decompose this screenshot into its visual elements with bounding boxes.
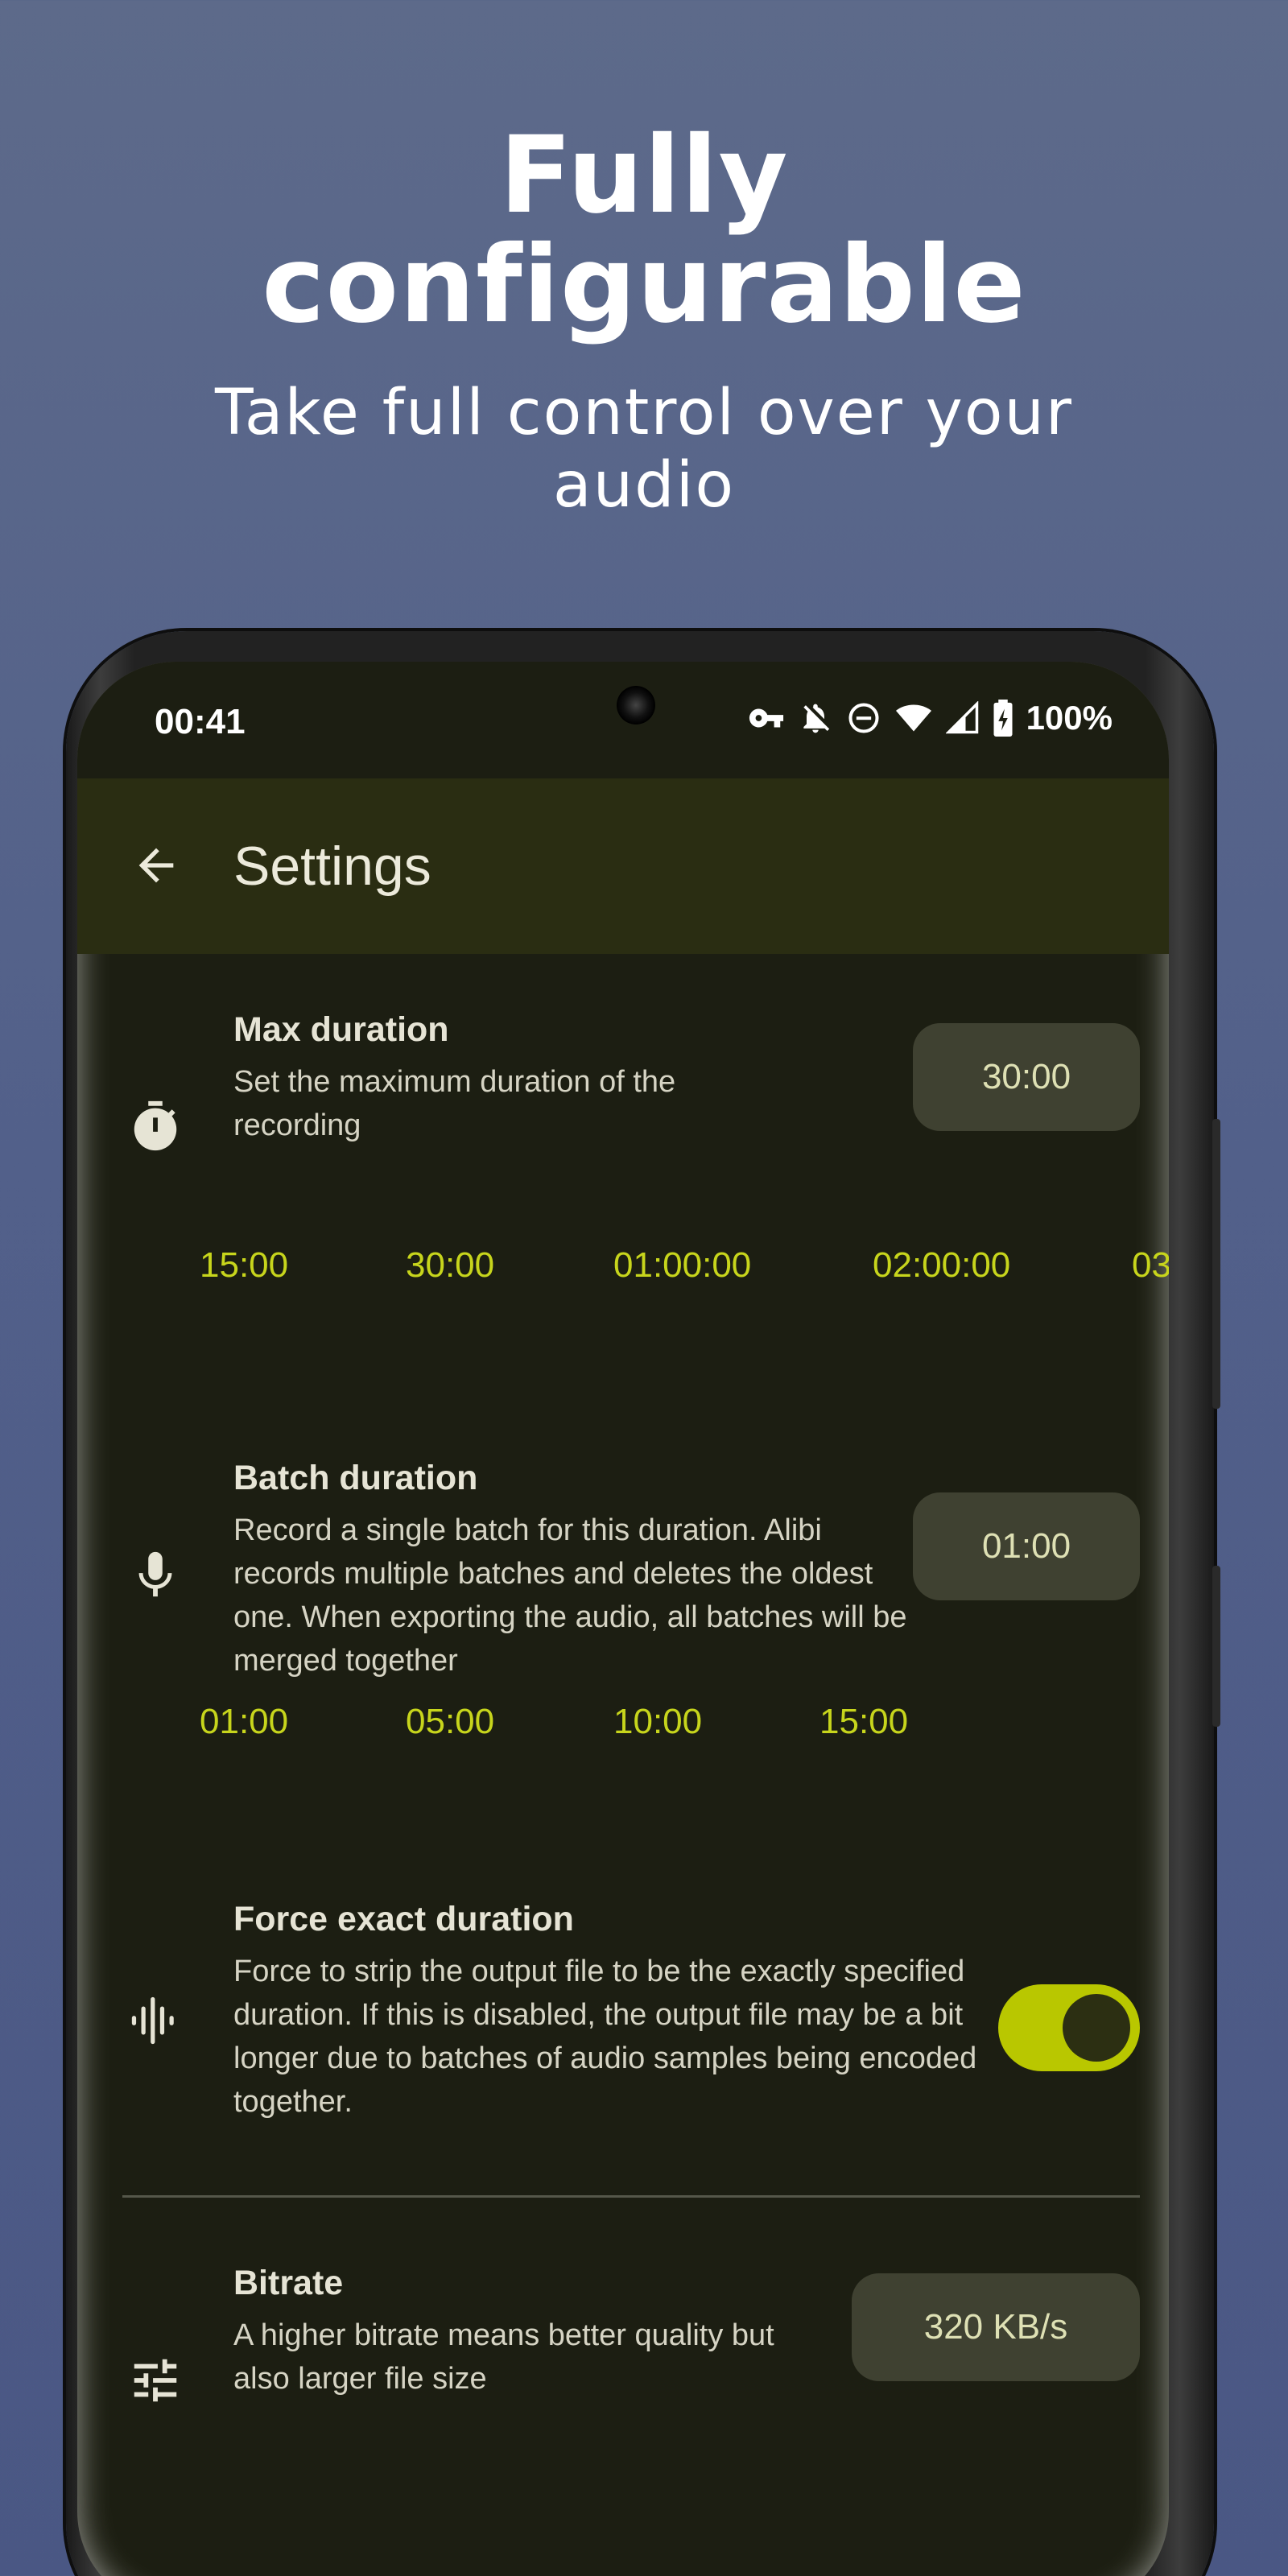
- hero-subtitle: Take full control over your audio: [214, 377, 1074, 522]
- mic-icon: [138, 1551, 172, 1597]
- hero-title: Fully configurable: [0, 121, 1288, 340]
- setting-force-exact-duration: Force exact duration Force to strip the …: [77, 1837, 1169, 2159]
- notifications-off-icon: [803, 704, 829, 733]
- option-chip[interactable]: 03:: [1132, 1245, 1169, 1286]
- status-time: 00:41: [155, 702, 246, 741]
- arrow-back-icon[interactable]: [130, 840, 182, 891]
- do-not-disturb-icon: [848, 703, 879, 733]
- hero-title-line-1: Fully: [499, 114, 789, 237]
- batch-duration-value-button[interactable]: 01:00: [913, 1492, 1140, 1600]
- vpn-key-icon: [749, 708, 783, 728]
- waveform-icon: [131, 1996, 174, 2045]
- setting-title: Bitrate: [233, 2264, 344, 2302]
- front-camera: [617, 686, 655, 724]
- bitrate-value-button[interactable]: 320 KB/s: [852, 2273, 1140, 2381]
- max-duration-value-button[interactable]: 30:00: [913, 1023, 1140, 1131]
- option-chip[interactable]: 01:00: [200, 1702, 406, 1742]
- section-divider: [122, 2195, 1140, 2198]
- timer-icon: [134, 1100, 177, 1151]
- option-chip[interactable]: 10:00: [613, 1702, 819, 1742]
- force-exact-duration-toggle[interactable]: [998, 1984, 1140, 2071]
- setting-description: A higher bitrate means better quality bu…: [233, 2318, 774, 2396]
- option-chip[interactable]: 01:00:00: [613, 1245, 873, 1286]
- battery-percentage: 100%: [1026, 699, 1113, 737]
- setting-description: Record a single batch for this duration.…: [233, 1513, 907, 1678]
- option-chip[interactable]: 15:00: [200, 1245, 406, 1286]
- setting-bitrate: Bitrate A higher bitrate means better qu…: [77, 2223, 1169, 2465]
- page-title: Settings: [233, 836, 431, 897]
- volume-button: [1212, 1119, 1220, 1409]
- option-chip[interactable]: 30:00: [406, 1245, 613, 1286]
- status-icons: 100%: [748, 699, 1113, 737]
- status-bar: 00:41 100%: [77, 662, 1169, 778]
- setting-title: Max duration: [233, 1010, 449, 1049]
- setting-title: Force exact duration: [233, 1900, 574, 1938]
- power-button: [1212, 1566, 1220, 1727]
- app-bar: Settings: [77, 778, 1169, 954]
- option-chip[interactable]: 05:00: [406, 1702, 613, 1742]
- signal-icon: [945, 701, 978, 734]
- setting-max-duration: Max duration Set the maximum duration of…: [77, 954, 1169, 1389]
- battery-charging-icon: [993, 700, 1013, 737]
- toggle-knob: [1063, 1994, 1130, 2062]
- setting-description: Set the maximum duration of the recordin…: [233, 1065, 676, 1142]
- hero-title-line-2: configurable: [262, 223, 1026, 347]
- setting-title: Batch duration: [233, 1459, 478, 1497]
- setting-batch-duration: Batch duration Record a single batch for…: [77, 1378, 1169, 1861]
- option-chip[interactable]: 15:00: [819, 1702, 908, 1742]
- option-chip[interactable]: 02:00:00: [873, 1245, 1132, 1286]
- wifi-icon: [895, 704, 931, 732]
- phone-screen: 00:41 100% Settings Max duration Set the…: [77, 662, 1169, 2576]
- batch-duration-options: 01:00 05:00 10:00 15:00: [200, 1702, 908, 1742]
- max-duration-options: 15:00 30:00 01:00:00 02:00:00 03:: [200, 1245, 1169, 1286]
- tune-icon: [134, 2359, 177, 2402]
- setting-description: Force to strip the output file to be the…: [233, 1955, 977, 2119]
